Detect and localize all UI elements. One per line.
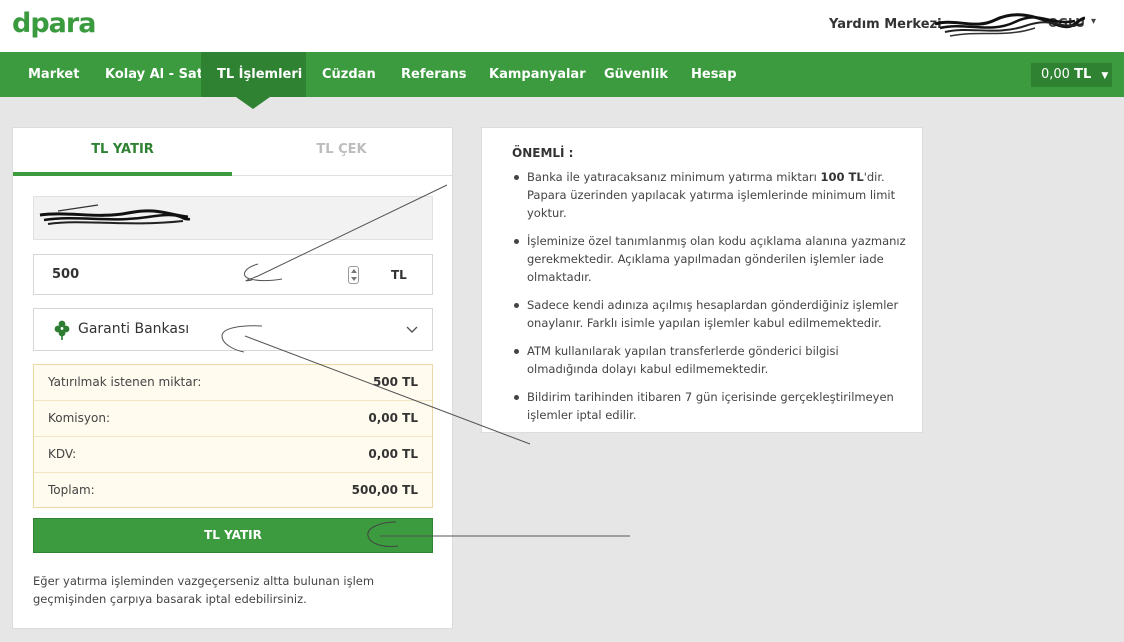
chevron-down-icon: ▼: [1101, 71, 1109, 81]
nav-item-market[interactable]: Market: [12, 52, 95, 97]
amount-stepper[interactable]: [348, 266, 359, 284]
redaction-scribble: [39, 204, 191, 225]
help-center-link[interactable]: Yardım Merkezi: [829, 17, 942, 32]
balance-amount: 0,00: [1041, 67, 1070, 82]
tab-tl-yatir[interactable]: TL YATIR: [13, 128, 232, 176]
amount-field[interactable]: TL: [33, 254, 433, 295]
info-item-atm: ATM kullanılarak yapılan transferlerde g…: [512, 342, 912, 378]
info-item-code: İşleminize özel tanımlanmış olan kodu aç…: [512, 232, 912, 286]
top-bar: dpara Yardım Merkezi OGLU ▾: [0, 0, 1124, 52]
info-title: ÖNEMLİ :: [512, 146, 574, 160]
bank-name: Garanti Bankası: [78, 321, 190, 337]
summary-label: KDV:: [48, 447, 77, 461]
balance-unit: TL: [1074, 67, 1092, 82]
nav-item-cuzdan[interactable]: Cüzdan: [306, 52, 392, 97]
bank-select[interactable]: Garanti Bankası: [33, 308, 433, 351]
summary-row-commission: Komisyon: 0,00 TL: [34, 401, 432, 437]
summary-row-total: Toplam: 500,00 TL: [34, 473, 432, 509]
nav-item-kampanyalar[interactable]: Kampanyalar: [473, 52, 602, 97]
info-item-expiry: Bildirim tarihinden itibaren 7 gün içeri…: [512, 388, 912, 424]
nav-item-tl-islemleri[interactable]: TL İşlemleri: [201, 52, 306, 97]
deposit-tabs: TL YATIR TL ÇEK: [13, 128, 452, 176]
deposit-submit-button[interactable]: TL YATIR: [33, 518, 433, 553]
dpara-logo[interactable]: dpara: [12, 8, 96, 40]
chevron-down-icon: ▾: [1091, 16, 1097, 27]
garanti-clover-icon: [54, 320, 70, 340]
summary-value: 500,00 TL: [351, 483, 418, 497]
summary-label: Yatırılmak istenen miktar:: [48, 375, 202, 389]
info-text: Banka ile yatıracaksanız minimum yatırma…: [527, 170, 821, 184]
amount-input[interactable]: [34, 255, 374, 294]
deposit-summary: Yatırılmak istenen miktar: 500 TL Komisy…: [33, 364, 433, 508]
chevron-down-icon: [406, 326, 418, 333]
minimum-amount: 100 TL: [820, 170, 864, 184]
info-item-own-name: Sadece kendi adınıza açılmış hesaplardan…: [512, 296, 912, 332]
deposit-panel: TL YATIR TL ÇEK TL Garanti Bankası: [12, 127, 453, 629]
tab-tl-cek[interactable]: TL ÇEK: [232, 128, 451, 176]
active-nav-pointer: [236, 97, 270, 109]
summary-label: Toplam:: [48, 483, 95, 497]
info-item-minimum: Banka ile yatıracaksanız minimum yatırma…: [512, 168, 912, 222]
summary-value: 0,00 TL: [368, 411, 418, 425]
redaction-scribble: [935, 13, 1085, 37]
user-menu[interactable]: OGLU ▾: [935, 12, 1105, 38]
info-list: Banka ile yatıracaksanız minimum yatırma…: [512, 168, 912, 434]
summary-label: Komisyon:: [48, 411, 110, 425]
balance-dropdown[interactable]: 0,00 TL ▼: [1031, 63, 1112, 87]
main-nav: Market Kolay Al - Sat TL İşlemleri Cüzda…: [0, 52, 1124, 97]
nav-item-referans[interactable]: Referans: [385, 52, 482, 97]
summary-row-kdv: KDV: 0,00 TL: [34, 437, 432, 473]
nav-item-kolay-al-sat[interactable]: Kolay Al - Sat: [89, 52, 219, 97]
nav-item-hesap[interactable]: Hesap: [675, 52, 753, 97]
summary-value: 0,00 TL: [368, 447, 418, 461]
cancel-note: Eğer yatırma işleminden vazgeçerseniz al…: [33, 574, 375, 606]
important-info-panel: ÖNEMLİ : Banka ile yatıracaksanız minimu…: [481, 127, 923, 433]
nav-item-guvenlik[interactable]: Güvenlik: [588, 52, 684, 97]
summary-value: 500 TL: [372, 375, 418, 389]
account-info-field: [33, 196, 433, 240]
amount-unit: TL: [391, 268, 407, 282]
summary-row-requested: Yatırılmak istenen miktar: 500 TL: [34, 365, 432, 401]
